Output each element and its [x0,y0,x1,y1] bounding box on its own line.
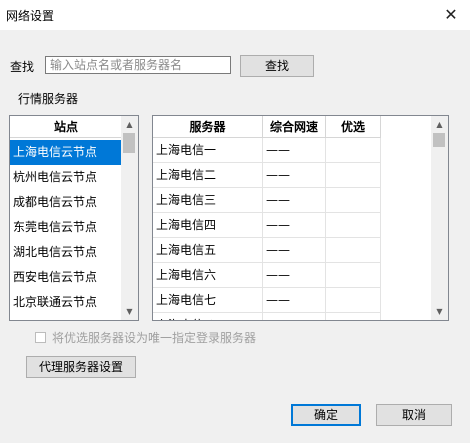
scroll-down-icon[interactable]: ▼ [431,303,448,320]
ok-button[interactable]: 确定 [291,404,361,426]
server-speed-cell[interactable]: —— [263,238,326,263]
server-preferred-cell[interactable] [326,288,381,313]
server-preferred-cell[interactable] [326,138,381,163]
server-name-cell[interactable]: 上海电信八 [153,313,263,320]
only-preferred-checkbox[interactable] [35,332,46,343]
window-title: 网络设置 [6,9,55,23]
site-list-item[interactable]: 东莞电信云节点 [10,215,125,240]
site-list-item[interactable]: 湖北电信云节点 [10,240,125,265]
site-list-item[interactable]: 上海电信云节点 [10,140,125,165]
speed-column-header[interactable]: 综合网速 [263,116,326,138]
server-name-cell[interactable]: 上海电信七 [153,288,263,313]
server-speed-cell[interactable]: —— [263,263,326,288]
title-bar: 网络设置 ✕ [0,0,470,30]
server-column-header[interactable]: 服务器 [153,116,263,138]
server-preferred-cell[interactable] [326,188,381,213]
server-speed-cell[interactable]: —— [263,188,326,213]
network-settings-dialog: 网络设置 ✕ 查找 查找 行情服务器 站点 上海电信云节点杭州电信云节点成都电信… [0,0,470,443]
server-preferred-cell[interactable] [326,313,381,320]
scroll-up-icon[interactable]: ▲ [431,116,448,133]
site-list-item[interactable]: 上海联通云节点 [10,315,125,320]
search-input[interactable] [45,56,231,74]
search-button[interactable]: 查找 [240,55,314,77]
close-icon[interactable]: ✕ [440,4,462,26]
server-preferred-cell[interactable] [326,238,381,263]
quote-server-label: 行情服务器 [18,92,79,106]
server-name-cell[interactable]: 上海电信二 [153,163,263,188]
server-speed-cell[interactable]: —— [263,213,326,238]
server-name-cell[interactable]: 上海电信六 [153,263,263,288]
server-preferred-cell[interactable] [326,263,381,288]
server-table-scrollbar[interactable]: ▲ ▼ [431,116,448,320]
server-name-cell[interactable]: 上海电信五 [153,238,263,263]
site-list[interactable]: 站点 上海电信云节点 杭州电信云节点 成都电信云节点 东莞电信云节点 湖北电信云节点 西安… [9,115,139,321]
server-preferred-cell[interactable] [326,213,381,238]
site-column-header[interactable]: 站点 [10,116,122,138]
proxy-settings-button[interactable]: 代理服务器设置 [26,356,136,378]
site-list-item[interactable]: 杭州电信云节点 [10,165,125,190]
server-speed-cell[interactable]: —— [263,163,326,188]
server-speed-cell[interactable]: —— [263,288,326,313]
server-table[interactable]: 服务器 综合网速 优选 上海电信一 —— 上海电信二 —— 上海电信三 —— 上海电信四 ——… [152,115,449,321]
server-speed-cell[interactable]: —— [263,138,326,163]
site-list-item[interactable]: 成都电信云节点 [10,190,125,215]
scroll-thumb[interactable] [123,133,135,153]
only-preferred-label: 将优选服务器设为唯一指定登录服务器 [52,331,257,345]
server-preferred-cell[interactable] [326,163,381,188]
cancel-button[interactable]: 取消 [376,404,452,426]
scroll-thumb[interactable] [433,133,445,147]
server-name-cell[interactable]: 上海电信三 [153,188,263,213]
server-name-cell[interactable]: 上海电信一 [153,138,263,163]
server-name-cell[interactable]: 上海电信四 [153,213,263,238]
scroll-down-icon[interactable]: ▼ [121,303,138,320]
search-label: 查找 [10,60,35,74]
site-list-scrollbar[interactable]: ▲ ▼ [121,116,138,320]
site-list-item[interactable]: 西安电信云节点 [10,265,125,290]
scroll-up-icon[interactable]: ▲ [121,116,138,133]
server-speed-cell[interactable]: —— [263,313,326,320]
preferred-column-header[interactable]: 优选 [326,116,381,138]
site-list-item[interactable]: 北京联通云节点 [10,290,125,315]
